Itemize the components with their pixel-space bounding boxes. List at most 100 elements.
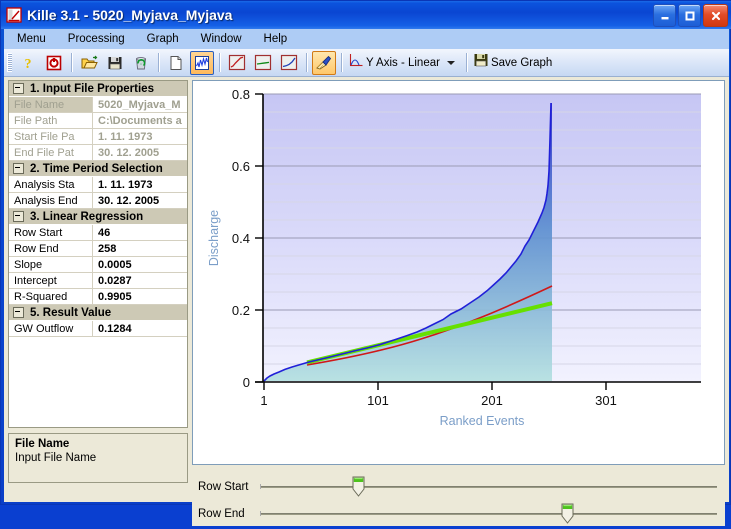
help-icon[interactable]: ? <box>16 51 40 75</box>
collapse-icon[interactable] <box>13 307 24 318</box>
property-row-analysis-start[interactable]: Analysis Sta 1. 11. 1973 <box>9 177 187 193</box>
property-value[interactable]: 0.0005 <box>93 257 187 273</box>
property-value[interactable]: 1. 11. 1973 <box>93 129 187 145</box>
x-axis-title: Ranked Events <box>440 414 525 428</box>
toolbar-grip[interactable] <box>7 53 12 72</box>
flow-duration-chart: 0.8 0.6 0.4 0.2 0 1 101 201 301 Ranked E… <box>207 87 701 428</box>
property-section-result-value[interactable]: 5. Result Value <box>9 305 187 321</box>
y-tick-label: 0 <box>243 375 250 390</box>
y-axis-title: Discharge <box>207 210 221 266</box>
open-file-icon[interactable] <box>77 51 101 75</box>
new-document-icon[interactable] <box>164 51 188 75</box>
property-row-end-file-date[interactable]: End File Pat 30. 12. 2005 <box>9 145 187 161</box>
property-value[interactable]: 46 <box>93 225 187 241</box>
close-button[interactable] <box>703 4 728 27</box>
collapse-icon[interactable] <box>13 83 24 94</box>
property-value[interactable]: 0.0287 <box>93 273 187 289</box>
row-end-slider[interactable]: Row End <box>198 503 725 525</box>
toolbar-separator <box>158 53 159 72</box>
application-window: Kille 3.1 - 5020_Myjava_Myjava Menu Proc… <box>0 0 731 526</box>
property-section-title: 3. Linear Regression <box>30 210 144 223</box>
property-section-title: 1. Input File Properties <box>30 82 154 95</box>
stop-icon[interactable] <box>42 51 66 75</box>
y-axis-ticks <box>255 93 263 383</box>
x-tick-label: 1 <box>260 393 267 408</box>
x-tick-label: 301 <box>595 393 617 408</box>
property-label: Row Start <box>9 225 93 241</box>
property-value[interactable]: 30. 12. 2005 <box>93 193 187 209</box>
row-end-slider-label: Row End <box>198 508 245 520</box>
menu-item-menu[interactable]: Menu <box>8 31 55 47</box>
property-label: End File Pat <box>9 145 93 161</box>
chart-blue-icon[interactable] <box>190 50 214 75</box>
property-section-linear-regression[interactable]: 3. Linear Regression <box>9 209 187 225</box>
property-label: R-Squared <box>9 289 93 305</box>
row-start-slider-thumb[interactable] <box>352 476 365 497</box>
x-tick-label: 201 <box>481 393 503 408</box>
title-bar: Kille 3.1 - 5020_Myjava_Myjava <box>1 1 731 29</box>
y-axis-scale-combo[interactable]: Y Axis - Linear <box>348 52 462 73</box>
menu-item-help[interactable]: Help <box>255 31 297 47</box>
chart-red-icon[interactable] <box>225 51 249 75</box>
x-tick-label: 101 <box>367 393 389 408</box>
property-section-input-file-properties[interactable]: 1. Input File Properties <box>9 81 187 97</box>
property-section-title: 2. Time Period Selection <box>30 162 163 175</box>
chart-navy-icon[interactable] <box>277 51 301 75</box>
menu-item-graph[interactable]: Graph <box>138 31 188 47</box>
application-icon <box>6 7 22 23</box>
toolbar-separator <box>465 53 467 72</box>
maximize-button[interactable] <box>678 4 701 27</box>
property-row-file-name[interactable]: File Name 5020_Myjava_M <box>9 97 187 113</box>
chart-green-icon[interactable] <box>251 51 275 75</box>
property-grid[interactable]: 1. Input File Properties File Name 5020_… <box>8 80 188 428</box>
property-row-row-end[interactable]: Row End 258 <box>9 241 187 257</box>
menu-item-processing[interactable]: Processing <box>59 31 134 47</box>
recycle-bin-icon[interactable] <box>129 51 153 75</box>
y-axis-scale-label: Y Axis - Linear <box>366 56 440 69</box>
property-row-start-file-date[interactable]: Start File Pa 1. 11. 1973 <box>9 129 187 145</box>
slider-line <box>260 513 717 515</box>
property-label: Intercept <box>9 273 93 289</box>
property-row-row-start[interactable]: Row Start 46 <box>9 225 187 241</box>
chevron-down-icon[interactable] <box>446 60 455 65</box>
property-row-analysis-end[interactable]: Analysis End 30. 12. 2005 <box>9 193 187 209</box>
toolbar-separator <box>341 53 342 72</box>
slider-panel: Row Start Row End <box>192 470 725 526</box>
property-row-intercept[interactable]: Intercept 0.0287 <box>9 273 187 289</box>
property-label: GW Outflow <box>9 321 93 337</box>
row-end-slider-track[interactable] <box>260 503 717 524</box>
property-description-box: File Name Input File Name <box>8 433 188 483</box>
property-value[interactable]: 258 <box>93 241 187 257</box>
row-end-slider-thumb[interactable] <box>561 503 574 524</box>
x-axis-ticks <box>263 382 607 390</box>
property-row-file-path[interactable]: File Path C:\Documents a <box>9 113 187 129</box>
menu-item-window[interactable]: Window <box>192 31 251 47</box>
property-value[interactable]: 30. 12. 2005 <box>93 145 187 161</box>
collapse-icon[interactable] <box>13 211 24 222</box>
property-label: Row End <box>9 241 93 257</box>
minimize-button[interactable] <box>653 4 676 27</box>
property-label: File Path <box>9 113 93 129</box>
y-tick-label: 0.2 <box>232 303 250 318</box>
row-start-slider-track[interactable] <box>260 476 717 497</box>
property-row-slope[interactable]: Slope 0.0005 <box>9 257 187 273</box>
property-value[interactable]: 1. 11. 1973 <box>93 177 187 193</box>
property-value[interactable]: 0.9905 <box>93 289 187 305</box>
property-value[interactable]: 5020_Myjava_M <box>93 97 187 113</box>
paintbrush-icon[interactable] <box>312 50 336 75</box>
property-section-time-period-selection[interactable]: 2. Time Period Selection <box>9 161 187 177</box>
row-start-slider-label: Row Start <box>198 481 249 493</box>
x-axis-tick-labels: 1 101 201 301 <box>260 393 616 408</box>
chart-panel[interactable]: 0.8 0.6 0.4 0.2 0 1 101 201 301 Ranked E… <box>192 80 725 465</box>
axis-icon <box>348 52 364 73</box>
floppy-disk-icon <box>473 52 489 73</box>
property-row-gw-outflow[interactable]: GW Outflow 0.1284 <box>9 321 187 337</box>
row-start-slider[interactable]: Row Start <box>198 476 725 498</box>
property-value[interactable]: C:\Documents a <box>93 113 187 129</box>
save-icon[interactable] <box>103 51 127 75</box>
collapse-icon[interactable] <box>13 163 24 174</box>
save-graph-button[interactable]: Save Graph <box>473 52 554 73</box>
property-row-r-squared[interactable]: R-Squared 0.9905 <box>9 289 187 305</box>
toolbar: ? Y Axis - Linear Save Graph <box>4 49 729 77</box>
property-value[interactable]: 0.1284 <box>93 321 187 337</box>
